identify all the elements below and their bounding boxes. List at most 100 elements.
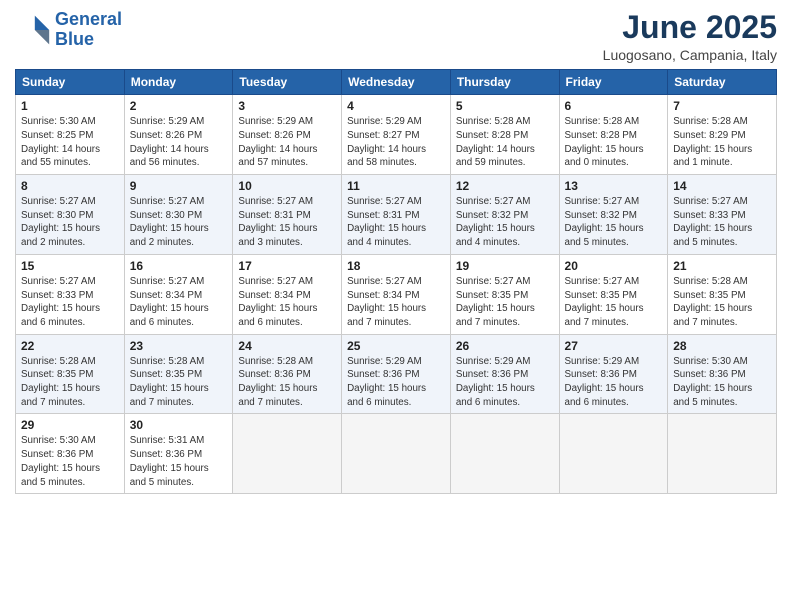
calendar-cell: 23 Sunrise: 5:28 AM Sunset: 8:35 PM Dayli… [124,334,233,414]
calendar-cell: 17 Sunrise: 5:27 AM Sunset: 8:34 PM Dayli… [233,254,342,334]
calendar-cell: 24 Sunrise: 5:28 AM Sunset: 8:36 PM Dayli… [233,334,342,414]
calendar-cell: 28Sunrise: 5:30 AM Sunset: 8:36 PM Dayli… [668,334,777,414]
month-title: June 2025 [603,10,777,45]
day-number: 21 [673,259,771,273]
day-info: Sunrise: 5:27 AM Sunset: 8:30 PM Dayligh… [130,195,228,250]
calendar-cell: 30 Sunrise: 5:31 AM Sunset: 8:36 PM Dayli… [124,414,233,494]
calendar-cell: 14 Sunrise: 5:27 AM Sunset: 8:33 PM Dayli… [668,175,777,255]
calendar-header: SundayMondayTuesdayWednesdayThursdayFrid… [16,70,777,95]
day-number: 25 [347,339,445,353]
calendar-cell: 5Sunrise: 5:28 AM Sunset: 8:28 PM Daylig… [450,95,559,175]
day-info: Sunrise: 5:27 AM Sunset: 8:35 PM Dayligh… [456,275,554,330]
calendar-cell: 11 Sunrise: 5:27 AM Sunset: 8:31 PM Dayli… [342,175,451,255]
day-number: 29 [21,418,119,432]
calendar-cell: 8Sunrise: 5:27 AM Sunset: 8:30 PM Daylig… [16,175,125,255]
weekday-thursday: Thursday [450,70,559,95]
day-info: Sunrise: 5:28 AM Sunset: 8:35 PM Dayligh… [673,275,771,330]
weekday-header-row: SundayMondayTuesdayWednesdayThursdayFrid… [16,70,777,95]
weekday-sunday: Sunday [16,70,125,95]
day-info: Sunrise: 5:27 AM Sunset: 8:32 PM Dayligh… [565,195,663,250]
day-info: Sunrise: 5:29 AM Sunset: 8:36 PM Dayligh… [565,355,663,410]
day-number: 11 [347,179,445,193]
day-info: Sunrise: 5:28 AM Sunset: 8:28 PM Dayligh… [565,115,663,170]
day-number: 9 [130,179,228,193]
day-number: 1 [21,99,119,113]
calendar-cell: 25 Sunrise: 5:29 AM Sunset: 8:36 PM Dayli… [342,334,451,414]
logo-line2: Blue [55,29,94,49]
calendar-cell: 18Sunrise: 5:27 AM Sunset: 8:34 PM Dayli… [342,254,451,334]
calendar-cell: 21 Sunrise: 5:28 AM Sunset: 8:35 PM Dayli… [668,254,777,334]
calendar-cell: 20 Sunrise: 5:27 AM Sunset: 8:35 PM Dayli… [559,254,668,334]
day-number: 10 [238,179,336,193]
weekday-saturday: Saturday [668,70,777,95]
calendar-week-3: 15 Sunrise: 5:27 AM Sunset: 8:33 PM Dayli… [16,254,777,334]
day-info: Sunrise: 5:27 AM Sunset: 8:34 PM Dayligh… [347,275,445,330]
calendar-cell: 26Sunrise: 5:29 AM Sunset: 8:36 PM Dayli… [450,334,559,414]
day-number: 26 [456,339,554,353]
calendar-cell: 1 Sunrise: 5:30 AM Sunset: 8:25 PM Daylig… [16,95,125,175]
calendar-cell: 15 Sunrise: 5:27 AM Sunset: 8:33 PM Dayli… [16,254,125,334]
calendar-week-5: 29 Sunrise: 5:30 AM Sunset: 8:36 PM Dayli… [16,414,777,494]
logo-line1: General [55,9,122,29]
day-number: 28 [673,339,771,353]
day-info: Sunrise: 5:30 AM Sunset: 8:36 PM Dayligh… [21,434,119,489]
calendar-cell: 9 Sunrise: 5:27 AM Sunset: 8:30 PM Daylig… [124,175,233,255]
logo-text: General Blue [55,10,122,50]
day-info: Sunrise: 5:29 AM Sunset: 8:36 PM Dayligh… [347,355,445,410]
day-number: 19 [456,259,554,273]
calendar-cell: 29 Sunrise: 5:30 AM Sunset: 8:36 PM Dayli… [16,414,125,494]
day-number: 24 [238,339,336,353]
day-info: Sunrise: 5:27 AM Sunset: 8:31 PM Dayligh… [347,195,445,250]
day-info: Sunrise: 5:31 AM Sunset: 8:36 PM Dayligh… [130,434,228,489]
location-title: Luogosano, Campania, Italy [603,47,777,63]
day-number: 20 [565,259,663,273]
day-number: 3 [238,99,336,113]
weekday-friday: Friday [559,70,668,95]
calendar-cell: 22 Sunrise: 5:28 AM Sunset: 8:35 PM Dayli… [16,334,125,414]
day-info: Sunrise: 5:27 AM Sunset: 8:33 PM Dayligh… [21,275,119,330]
day-number: 4 [347,99,445,113]
day-info: Sunrise: 5:28 AM Sunset: 8:28 PM Dayligh… [456,115,554,170]
page: General Blue June 2025 Luogosano, Campan… [0,0,792,612]
day-number: 27 [565,339,663,353]
day-number: 22 [21,339,119,353]
day-info: Sunrise: 5:27 AM Sunset: 8:34 PM Dayligh… [130,275,228,330]
day-number: 15 [21,259,119,273]
logo: General Blue [15,10,122,50]
calendar-cell [668,414,777,494]
calendar-cell [342,414,451,494]
day-number: 12 [456,179,554,193]
day-info: Sunrise: 5:28 AM Sunset: 8:36 PM Dayligh… [238,355,336,410]
day-number: 7 [673,99,771,113]
calendar-week-2: 8 Sunrise: 5:27 AM Sunset: 8:30 PM Daylig… [16,175,777,255]
day-number: 14 [673,179,771,193]
calendar-cell: 13 Sunrise: 5:27 AM Sunset: 8:32 PM Dayli… [559,175,668,255]
calendar-cell [559,414,668,494]
day-info: Sunrise: 5:28 AM Sunset: 8:35 PM Dayligh… [130,355,228,410]
calendar-table: SundayMondayTuesdayWednesdayThursdayFrid… [15,69,777,494]
calendar-cell: 16 Sunrise: 5:27 AM Sunset: 8:34 PM Dayli… [124,254,233,334]
header: General Blue June 2025 Luogosano, Campan… [15,10,777,63]
day-info: Sunrise: 5:30 AM Sunset: 8:25 PM Dayligh… [21,115,119,170]
day-number: 30 [130,418,228,432]
calendar-cell: 6Sunrise: 5:28 AM Sunset: 8:28 PM Daylig… [559,95,668,175]
day-info: Sunrise: 5:29 AM Sunset: 8:26 PM Dayligh… [238,115,336,170]
day-info: Sunrise: 5:27 AM Sunset: 8:33 PM Dayligh… [673,195,771,250]
calendar-cell: 7 Sunrise: 5:28 AM Sunset: 8:29 PM Daylig… [668,95,777,175]
day-number: 13 [565,179,663,193]
day-number: 8 [21,179,119,193]
day-info: Sunrise: 5:27 AM Sunset: 8:31 PM Dayligh… [238,195,336,250]
day-number: 16 [130,259,228,273]
calendar-week-4: 22 Sunrise: 5:28 AM Sunset: 8:35 PM Dayli… [16,334,777,414]
weekday-monday: Monday [124,70,233,95]
day-info: Sunrise: 5:27 AM Sunset: 8:35 PM Dayligh… [565,275,663,330]
day-number: 23 [130,339,228,353]
day-info: Sunrise: 5:27 AM Sunset: 8:34 PM Dayligh… [238,275,336,330]
day-info: Sunrise: 5:28 AM Sunset: 8:35 PM Dayligh… [21,355,119,410]
day-info: Sunrise: 5:29 AM Sunset: 8:27 PM Dayligh… [347,115,445,170]
day-info: Sunrise: 5:28 AM Sunset: 8:29 PM Dayligh… [673,115,771,170]
day-number: 2 [130,99,228,113]
day-number: 17 [238,259,336,273]
calendar-body: 1 Sunrise: 5:30 AM Sunset: 8:25 PM Daylig… [16,95,777,494]
calendar-cell: 19 Sunrise: 5:27 AM Sunset: 8:35 PM Dayli… [450,254,559,334]
